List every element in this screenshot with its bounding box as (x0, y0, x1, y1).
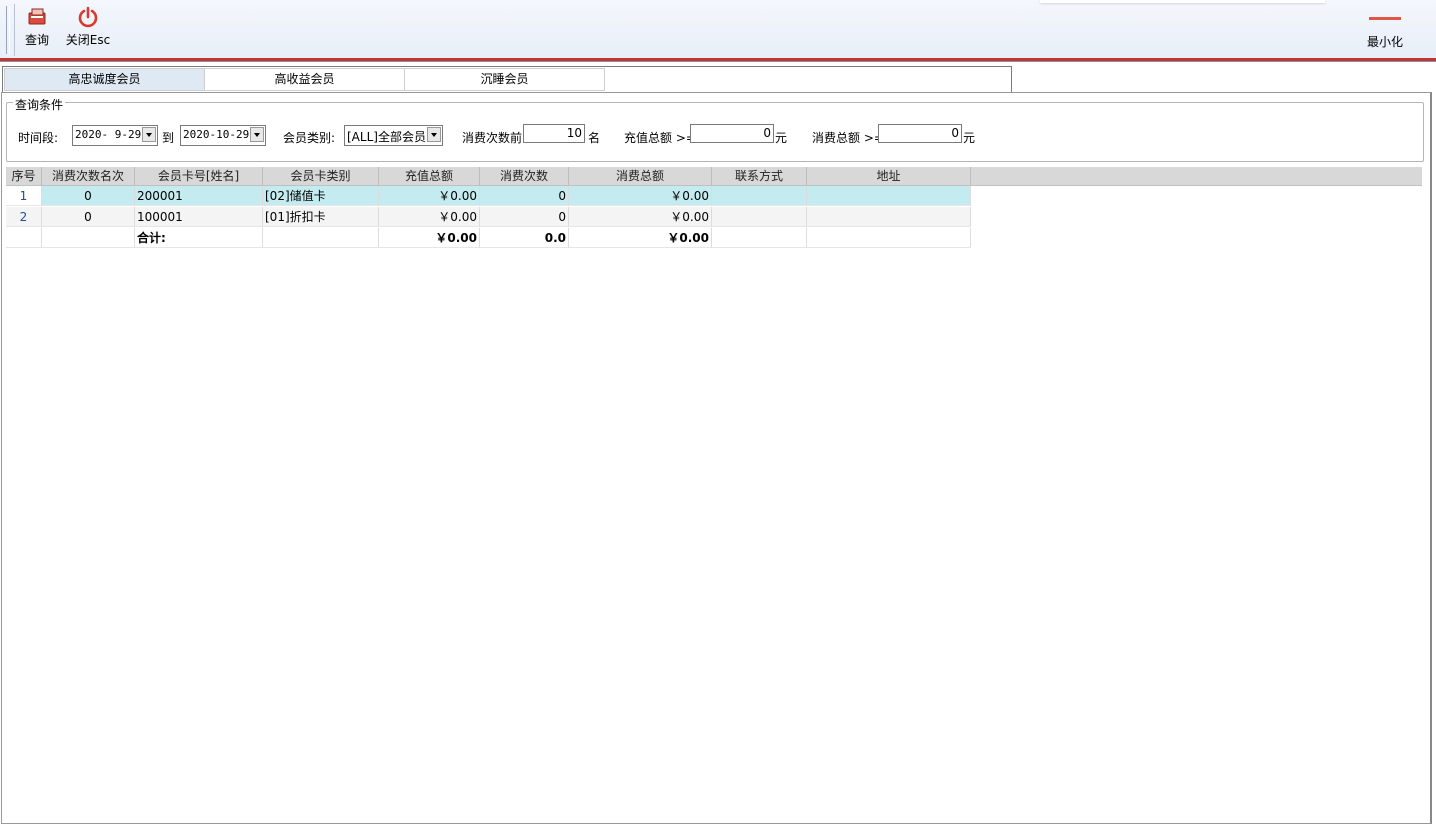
row-recharge: ￥0.00 (379, 207, 480, 227)
date-from-picker[interactable]: 2020- 9-29 (72, 125, 158, 146)
query-button-label: 查询 (24, 33, 49, 47)
tab-high-revenue[interactable]: 高收益会员 (204, 68, 405, 91)
total-address (807, 228, 971, 248)
minimize-button[interactable]: 最小化 (1360, 6, 1410, 50)
recharge-input[interactable]: 0 (690, 124, 774, 143)
close-button-label: 关闭Esc (65, 33, 111, 47)
row-rank: 0 (42, 186, 135, 206)
row-address (807, 186, 971, 206)
date-to-value: 2020-10-29 (183, 128, 250, 141)
row-spend: ￥0.00 (569, 207, 712, 227)
col-header-card[interactable]: 会员卡号[姓名] (135, 167, 263, 185)
table-row[interactable]: 2 0 100001 [01]折扣卡 ￥0.00 0 ￥0.00 (6, 207, 971, 227)
spend-unit: 元 (963, 131, 976, 145)
row-card-type: [02]储值卡 (263, 186, 379, 206)
row-count: 0 (480, 186, 569, 206)
title-strip (1040, 0, 1325, 3)
total-label: 合计: (135, 228, 263, 248)
total-rank (42, 228, 135, 248)
chevron-down-icon[interactable] (142, 127, 156, 142)
member-type-value: [ALL]全部会员 (347, 130, 426, 144)
col-header-recharge[interactable]: 充值总额 (379, 167, 480, 185)
date-to-picker[interactable]: 2020-10-29 (180, 125, 266, 146)
row-contact (712, 186, 807, 206)
row-address (807, 207, 971, 227)
spend-label: 消费总额 >= (812, 131, 884, 145)
table-total-row: 合计: ￥0.00 0.0 ￥0.00 (6, 228, 971, 248)
chevron-down-icon[interactable] (427, 127, 441, 142)
tab-bar: 高忠诚度会员 高收益会员 沉睡会员 (2, 66, 1012, 93)
recharge-label: 充值总额 >= (624, 131, 696, 145)
filter-group: 查询条件 时间段: 2020- 9-29 到 2020-10-29 会员类别: … (6, 96, 1424, 162)
row-card-type: [01]折扣卡 (263, 207, 379, 227)
toolbar-divider (0, 61, 1436, 62)
consume-top-label: 消费次数前 (462, 131, 523, 145)
col-header-address[interactable]: 地址 (807, 167, 971, 185)
row-card: 200001 (135, 186, 263, 206)
row-index: 1 (6, 186, 42, 206)
row-card: 100001 (135, 207, 263, 227)
col-header-card-type[interactable]: 会员卡类别 (263, 167, 379, 185)
row-count: 0 (480, 207, 569, 227)
total-recharge: ￥0.00 (379, 228, 480, 248)
col-header-index[interactable]: 序号 (6, 167, 42, 185)
total-index (6, 228, 42, 248)
power-icon (78, 6, 98, 28)
spend-input[interactable]: 0 (878, 124, 962, 143)
query-icon (28, 8, 46, 25)
col-header-spend[interactable]: 消费总额 (569, 167, 712, 185)
total-contact (712, 228, 807, 248)
member-type-select[interactable]: [ALL]全部会员 (344, 125, 443, 146)
row-rank: 0 (42, 207, 135, 227)
minimize-button-label: 最小化 (1366, 35, 1403, 49)
row-recharge: ￥0.00 (379, 186, 480, 206)
recharge-unit: 元 (775, 131, 788, 145)
toolbar: 查询 关闭Esc 最小化 (0, 0, 1436, 59)
toolbar-grip[interactable] (6, 6, 10, 54)
tab-dormant[interactable]: 沉睡会员 (404, 68, 605, 91)
row-contact (712, 207, 807, 227)
toolbar-separator (14, 4, 15, 56)
close-button[interactable]: 关闭Esc (62, 6, 114, 48)
member-table: 序号 消费次数名次 会员卡号[姓名] 会员卡类别 充值总额 消费次数 消费总额 … (6, 167, 1422, 817)
query-button[interactable]: 查询 (20, 6, 54, 48)
consume-top-unit: 名 (588, 131, 601, 145)
chevron-down-icon[interactable] (250, 127, 264, 142)
date-from-value: 2020- 9-29 (75, 128, 142, 141)
row-index: 2 (6, 207, 42, 227)
total-spend: ￥0.00 (569, 228, 712, 248)
col-header-contact[interactable]: 联系方式 (712, 167, 807, 185)
to-label: 到 (162, 131, 175, 145)
row-spend: ￥0.00 (569, 186, 712, 206)
consume-top-input[interactable]: 10 (523, 124, 585, 143)
table-header: 序号 消费次数名次 会员卡号[姓名] 会员卡类别 充值总额 消费次数 消费总额 … (6, 167, 1422, 186)
main-panel: 查询条件 时间段: 2020- 9-29 到 2020-10-29 会员类别: … (1, 92, 1432, 824)
total-count: 0.0 (480, 228, 569, 248)
filter-group-title: 查询条件 (13, 96, 66, 113)
period-label: 时间段: (18, 131, 59, 145)
tab-high-loyalty[interactable]: 高忠诚度会员 (4, 68, 205, 91)
minimize-icon (1369, 17, 1401, 20)
total-card-type (263, 228, 379, 248)
member-type-label: 会员类别: (283, 131, 336, 145)
table-row[interactable]: 1 0 200001 [02]储值卡 ￥0.00 0 ￥0.00 (6, 186, 971, 206)
col-header-rank[interactable]: 消费次数名次 (42, 167, 135, 185)
col-header-count[interactable]: 消费次数 (480, 167, 569, 185)
